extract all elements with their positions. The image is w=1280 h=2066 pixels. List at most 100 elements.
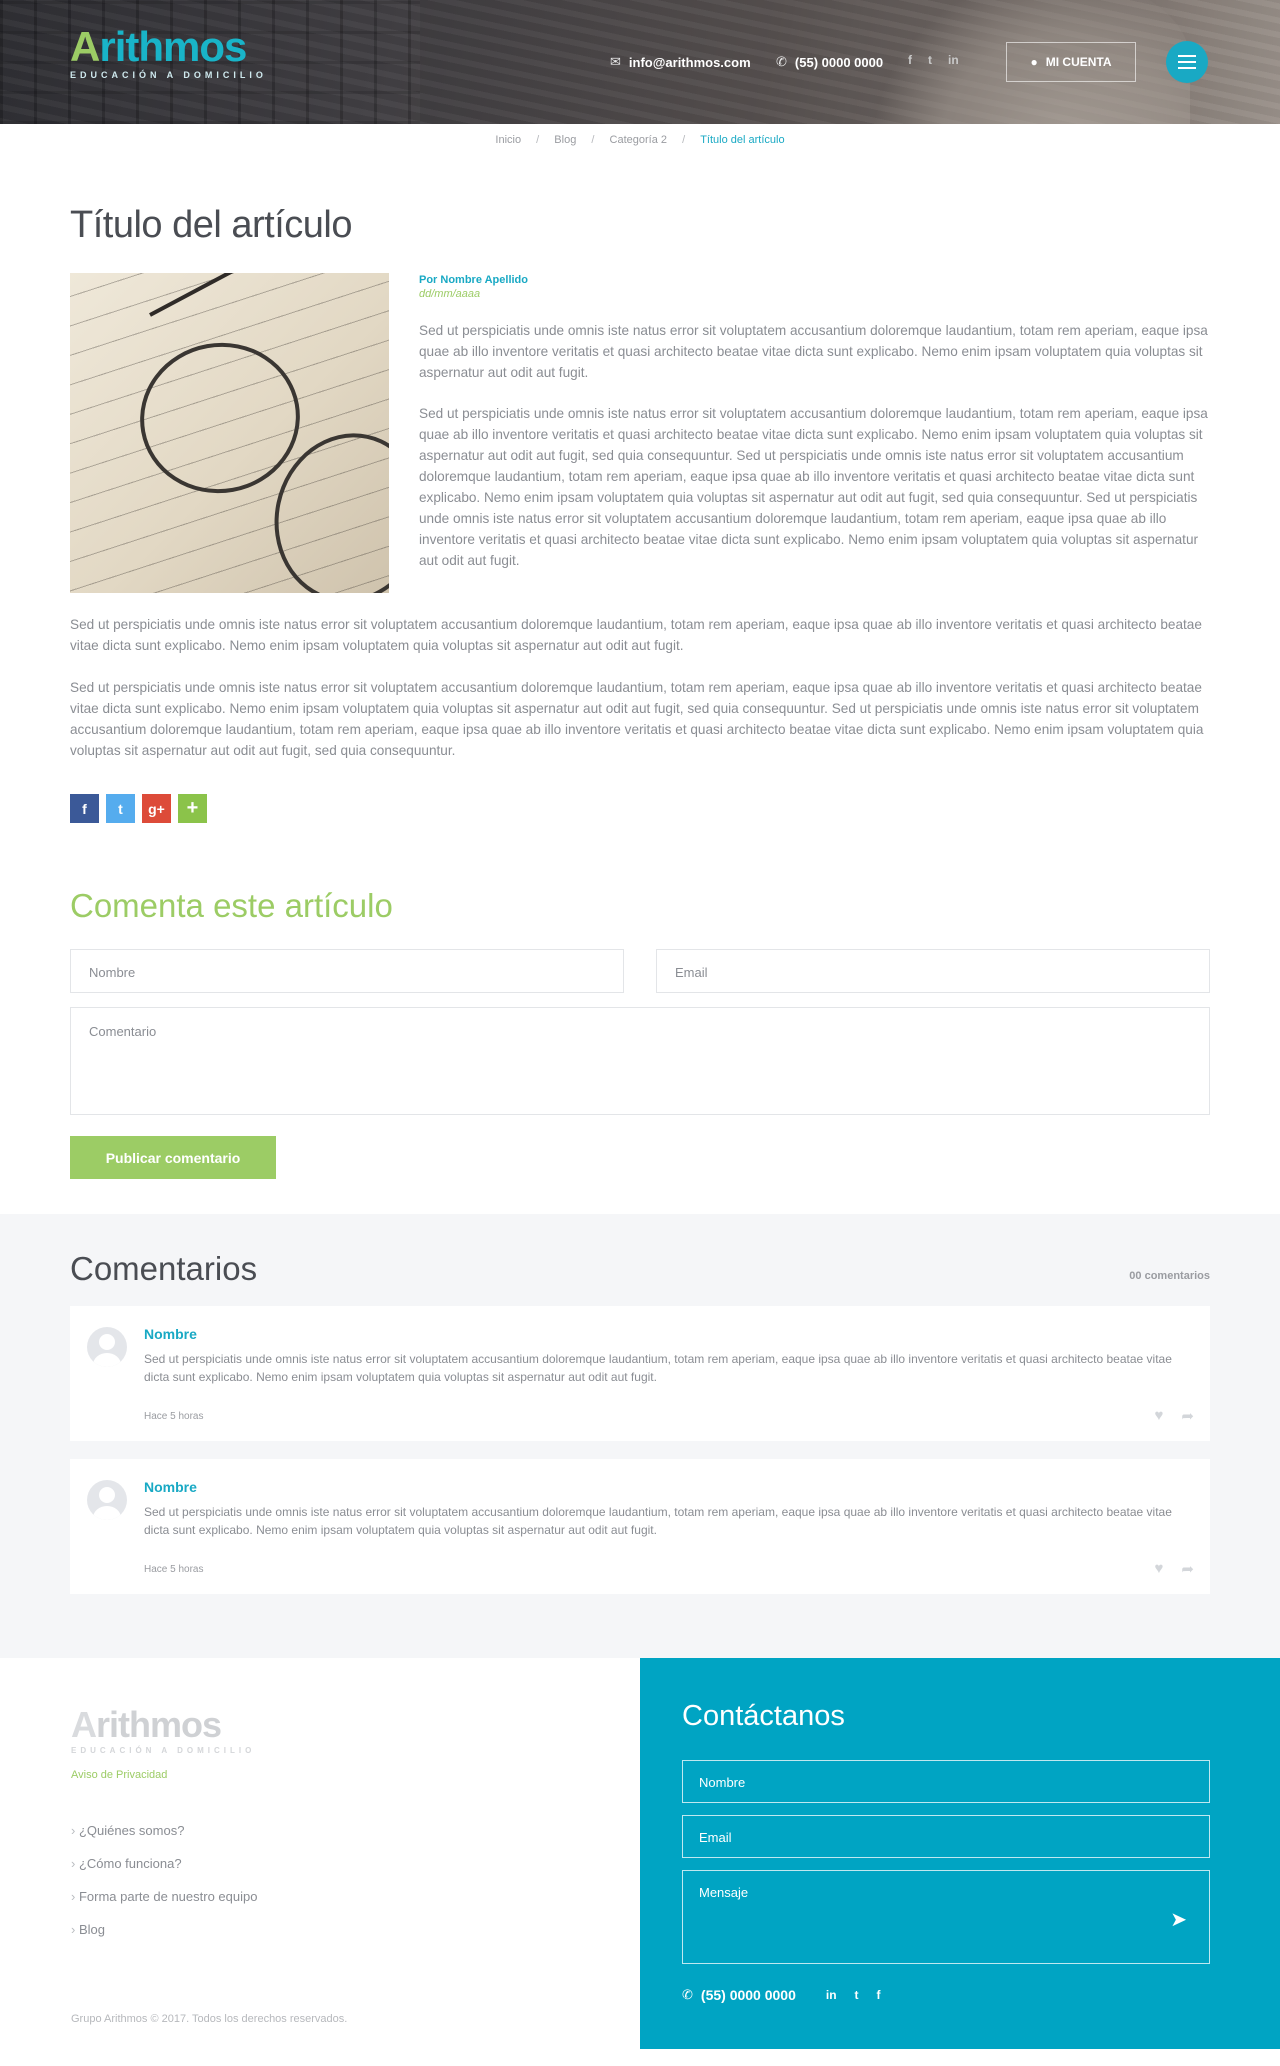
breadcrumb-inicio[interactable]: Inicio — [495, 134, 521, 146]
comment-text: Sed ut perspiciatis unde omnis iste natu… — [144, 1352, 1172, 1384]
heart-icon[interactable]: ♥ — [1155, 1560, 1164, 1578]
facebook-icon[interactable]: f — [877, 1988, 881, 2002]
share-icon[interactable]: ➦ — [1181, 1407, 1194, 1425]
twitter-icon[interactable]: t — [928, 53, 932, 67]
contact-panel: Contáctanos Nombre Email Mensaje ➤ ✆ (55… — [640, 1658, 1280, 2049]
breadcrumb-separator: / — [682, 134, 686, 146]
hamburger-menu-button[interactable] — [1166, 41, 1208, 83]
contact-message-placeholder: Mensaje — [699, 1885, 749, 1900]
share-googleplus-button[interactable]: g+ — [142, 794, 171, 823]
footer-link-como-funciona[interactable]: ¿Cómo funciona? — [71, 1856, 640, 1871]
footer-links: ¿Quiénes somos? ¿Cómo funciona? Forma pa… — [71, 1823, 640, 1937]
send-icon[interactable]: ➤ — [1170, 1907, 1187, 1932]
privacy-link[interactable]: Aviso de Privacidad — [71, 1769, 640, 1781]
article-paragraph: Sed ut perspiciatis unde omnis iste natu… — [70, 617, 1202, 653]
header-social: f t in — [908, 53, 959, 67]
breadcrumb-separator: / — [591, 134, 595, 146]
menu-icon-bar — [1178, 67, 1196, 69]
publish-comment-button[interactable]: Publicar comentario — [70, 1136, 276, 1179]
breadcrumb-blog[interactable]: Blog — [554, 134, 576, 146]
footer-link-quienes-somos[interactable]: ¿Quiénes somos? — [71, 1823, 640, 1838]
comment-name-input[interactable]: Nombre — [70, 949, 624, 993]
comments-header: Comentarios 00 comentarios — [70, 1250, 1210, 1288]
linkedin-icon[interactable]: in — [826, 1988, 837, 2002]
site-header: Arithmos EDUCACIÓN A DOMICILIO ✉ info@ar… — [0, 0, 1280, 124]
comment-time: Hace 5 horas — [144, 1564, 204, 1575]
breadcrumb-current: Título del artículo — [700, 134, 785, 146]
article-author[interactable]: Por Nombre Apellido — [419, 274, 1210, 286]
contact-name-input[interactable]: Nombre — [682, 1760, 1210, 1803]
linkedin-icon[interactable]: in — [948, 53, 959, 67]
mail-icon: ✉ — [610, 54, 621, 69]
share-twitter-button[interactable]: t — [106, 794, 135, 823]
menu-icon-bar — [1178, 61, 1196, 63]
footer-link-blog[interactable]: Blog — [71, 1922, 640, 1937]
twitter-icon[interactable]: t — [855, 1988, 859, 2002]
contact-email-input[interactable]: Email — [682, 1815, 1210, 1858]
comments-title: Comentarios — [70, 1250, 258, 1287]
contact-info-row: ✆ (55) 0000 0000 in t f — [682, 1987, 1210, 2003]
footer-left: Arithmos EDUCACIÓN A DOMICILIO Aviso de … — [0, 1658, 640, 2049]
footer-social: in t f — [826, 1988, 881, 2002]
header-email-text: info@arithmos.com — [628, 54, 751, 70]
logo-tagline: EDUCACIÓN A DOMICILIO — [70, 70, 267, 80]
site-logo[interactable]: Arithmos EDUCACIÓN A DOMICILIO — [70, 26, 267, 81]
article-title: Título del artículo — [70, 204, 352, 246]
article-paragraph: Sed ut perspiciatis unde omnis iste natu… — [70, 680, 1204, 758]
contact-title: Contáctanos — [682, 1700, 845, 1732]
share-icon[interactable]: ➦ — [1181, 1560, 1194, 1578]
user-icon: ● — [1030, 55, 1038, 69]
header-email[interactable]: ✉ info@arithmos.com — [610, 54, 751, 70]
logo-rest: rithmos — [99, 23, 247, 70]
breadcrumb-categoria[interactable]: Categoría 2 — [610, 134, 667, 146]
comment-author[interactable]: Nombre — [144, 1479, 1190, 1495]
comment-actions: ♥ ➦ — [1155, 1407, 1194, 1425]
logo-wordmark: Arithmos — [70, 26, 267, 68]
comments-count: 00 comentarios — [1129, 1270, 1210, 1282]
comment-form-heading: Comenta este artículo — [70, 887, 393, 924]
header-phone-text: (55) 0000 0000 — [794, 54, 884, 70]
breadcrumb: Inicio / Blog / Categoría 2 / Título del… — [0, 134, 1280, 154]
comment-textarea[interactable]: Comentario — [70, 1007, 1210, 1115]
facebook-icon[interactable]: f — [908, 53, 912, 67]
my-account-button[interactable]: ● MI CUENTA — [1006, 42, 1136, 82]
contact-message-textarea[interactable]: Mensaje ➤ — [682, 1870, 1210, 1964]
comment-text: Sed ut perspiciatis unde omnis iste natu… — [144, 1505, 1172, 1537]
share-facebook-button[interactable]: f — [70, 794, 99, 823]
avatar — [87, 1327, 127, 1367]
avatar — [87, 1480, 127, 1520]
comment-card: Nombre Sed ut perspiciatis unde omnis is… — [70, 1459, 1210, 1594]
comment-email-input[interactable]: Email — [656, 949, 1210, 993]
footer-logo-rest: rithmos — [96, 1704, 222, 1745]
article-rest: Sed ut perspiciatis unde omnis iste natu… — [70, 614, 1210, 761]
article-paragraph: Sed ut perspiciatis unde omnis iste natu… — [419, 406, 1208, 568]
comment-time: Hace 5 horas — [144, 1411, 204, 1422]
phone-icon: ✆ — [776, 54, 787, 69]
site-footer: Arithmos EDUCACIÓN A DOMICILIO Aviso de … — [0, 1658, 1280, 2049]
phone-icon: ✆ — [682, 1987, 693, 2002]
share-buttons: f t g+ + — [70, 794, 1210, 823]
comment-actions: ♥ ➦ — [1155, 1560, 1194, 1578]
comment-form-row: Nombre Email — [70, 949, 1210, 993]
footer-logo-tagline: EDUCACIÓN A DOMICILIO — [71, 1746, 256, 1755]
footer-logo-wordmark: Arithmos — [71, 1706, 640, 1744]
header-phone[interactable]: ✆ (55) 0000 0000 — [776, 54, 883, 70]
article-top: Por Nombre Apellido dd/mm/aaaa Sed ut pe… — [70, 273, 1210, 593]
comments-section: Comentarios 00 comentarios Nombre Sed ut… — [0, 1214, 1280, 1658]
copyright: Grupo Arithmos © 2017. Todos los derecho… — [71, 2013, 348, 2025]
article-date: dd/mm/aaaa — [419, 288, 481, 300]
comment-author[interactable]: Nombre — [144, 1326, 1190, 1342]
footer-logo-letter-a: A — [71, 1704, 97, 1745]
comment-card: Nombre Sed ut perspiciatis unde omnis is… — [70, 1306, 1210, 1441]
logo-letter-a: A — [70, 23, 100, 70]
article-image — [70, 273, 389, 593]
footer-logo[interactable]: Arithmos EDUCACIÓN A DOMICILIO — [71, 1706, 640, 1756]
heart-icon[interactable]: ♥ — [1155, 1407, 1164, 1425]
footer-link-equipo[interactable]: Forma parte de nuestro equipo — [71, 1889, 640, 1904]
share-more-button[interactable]: + — [178, 794, 207, 823]
article-body: Por Nombre Apellido dd/mm/aaaa Sed ut pe… — [419, 273, 1210, 593]
footer-phone[interactable]: (55) 0000 0000 — [701, 1987, 796, 2003]
breadcrumb-separator: / — [536, 134, 540, 146]
my-account-label: MI CUENTA — [1045, 55, 1112, 69]
article-container: Título del artículo Por Nombre Apellido … — [70, 204, 1210, 1179]
